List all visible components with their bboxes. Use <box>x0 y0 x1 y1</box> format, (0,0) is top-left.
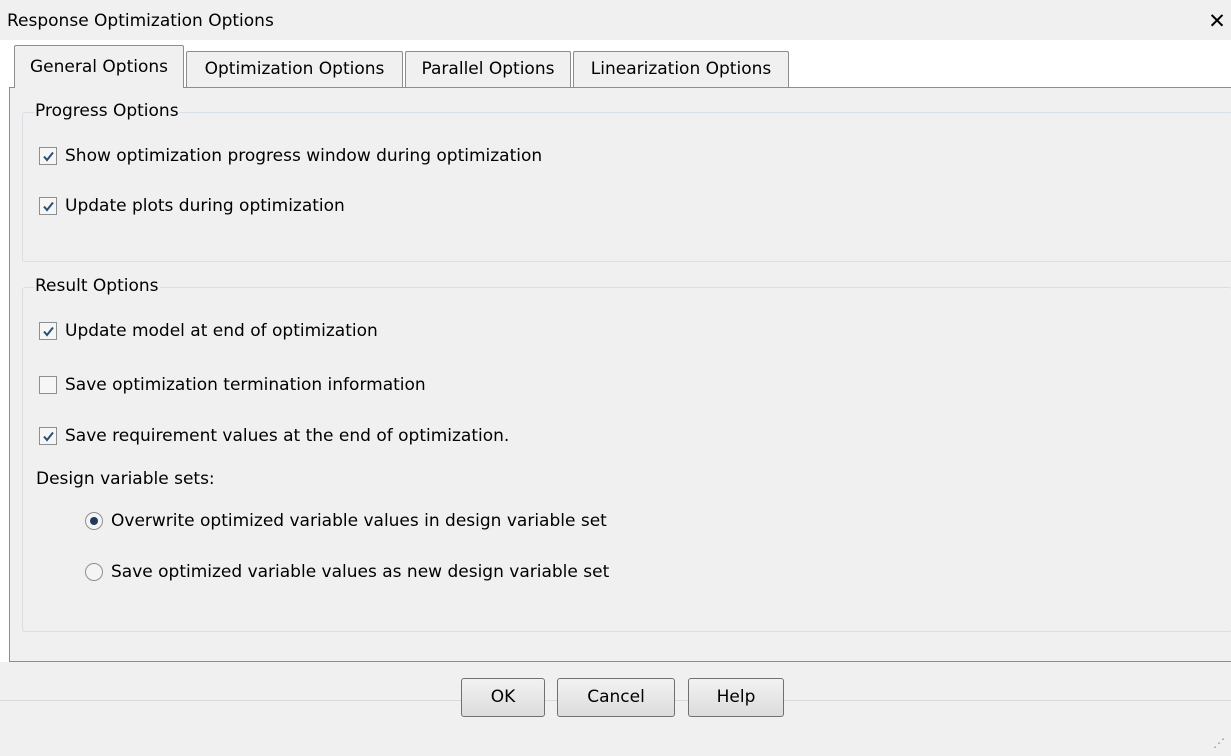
save-new-variable-set-option[interactable]: Save optimized variable values as new de… <box>85 562 609 582</box>
cancel-button[interactable]: Cancel <box>557 678 675 717</box>
checkmark-icon <box>42 201 54 212</box>
overwrite-variable-set-radio[interactable] <box>85 512 103 530</box>
save-termination-info-label: Save optimization termination informatio… <box>65 375 426 395</box>
general-options-panel: Progress Options Show optimization progr… <box>9 87 1231 662</box>
update-plots-option[interactable]: Update plots during optimization <box>39 196 345 216</box>
progress-options-label: Progress Options <box>34 101 180 121</box>
progress-options-group: Progress Options Show optimization progr… <box>22 101 1231 262</box>
tab-linearization-options[interactable]: Linearization Options <box>573 51 789 87</box>
tab-general-options[interactable]: General Options <box>14 45 184 88</box>
update-model-label: Update model at end of optimization <box>65 321 378 341</box>
show-progress-window-label: Show optimization progress window during… <box>65 146 543 166</box>
update-model-option[interactable]: Update model at end of optimization <box>39 321 378 341</box>
update-plots-checkbox[interactable] <box>39 197 57 215</box>
resize-grip-icon[interactable]: ⋰ <box>1213 736 1225 750</box>
help-button[interactable]: Help <box>688 678 784 717</box>
save-requirement-values-checkbox[interactable] <box>39 427 57 445</box>
result-options-group: Result Options Update model at end of op… <box>22 276 1231 632</box>
save-requirement-values-label: Save requirement values at the end of op… <box>65 426 510 446</box>
save-new-variable-set-radio[interactable] <box>85 563 103 581</box>
update-model-checkbox[interactable] <box>39 322 57 340</box>
overwrite-variable-set-option[interactable]: Overwrite optimized variable values in d… <box>85 511 607 531</box>
overwrite-variable-set-label: Overwrite optimized variable values in d… <box>111 511 607 531</box>
radio-selected-dot <box>90 517 98 525</box>
show-progress-window-option[interactable]: Show optimization progress window during… <box>39 146 542 166</box>
checkmark-icon <box>42 431 54 442</box>
save-new-variable-set-label: Save optimized variable values as new de… <box>111 562 610 582</box>
tab-optimization-options[interactable]: Optimization Options <box>186 51 403 87</box>
checkmark-icon <box>42 326 54 337</box>
save-termination-info-checkbox[interactable] <box>39 376 57 394</box>
show-progress-window-checkbox[interactable] <box>39 147 57 165</box>
ok-button[interactable]: OK <box>461 678 545 717</box>
title-bar: Response Optimization Options ✕ <box>0 0 1231 40</box>
update-plots-label: Update plots during optimization <box>65 196 345 216</box>
close-icon[interactable]: ✕ <box>1205 9 1229 33</box>
checkmark-icon <box>42 151 54 162</box>
window-title: Response Optimization Options <box>7 11 274 31</box>
tab-parallel-options[interactable]: Parallel Options <box>405 51 571 87</box>
design-variable-sets-label: Design variable sets: <box>36 469 215 489</box>
save-termination-info-option[interactable]: Save optimization termination informatio… <box>39 375 426 395</box>
save-requirement-values-option[interactable]: Save requirement values at the end of op… <box>39 426 509 446</box>
result-options-label: Result Options <box>34 276 160 296</box>
